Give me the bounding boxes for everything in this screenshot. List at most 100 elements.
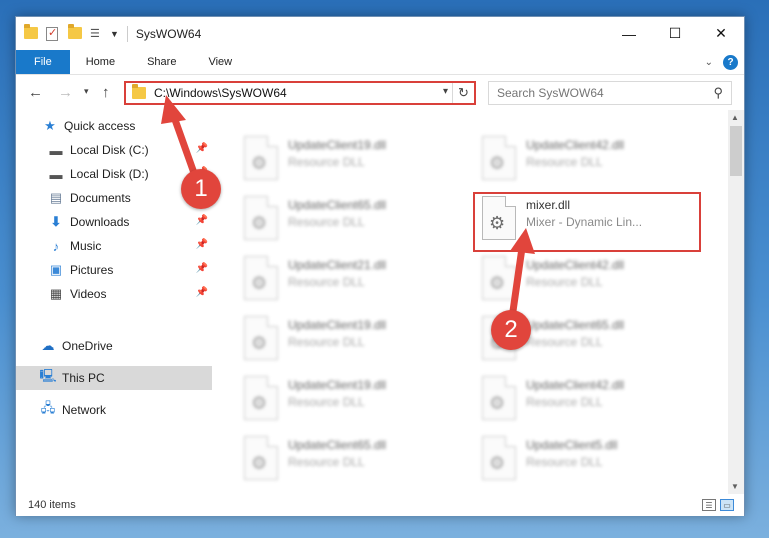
step-1-badge: 1 xyxy=(181,169,221,209)
sidebar-item-label: Pictures xyxy=(70,263,114,277)
dll-file-icon: ⚙ xyxy=(244,316,278,360)
computer-icon: 🖳 xyxy=(39,368,57,383)
file-type: Resource DLL xyxy=(526,335,603,349)
file-item[interactable]: ⚙ UpdateClient42.dll Resource DLL xyxy=(476,132,702,190)
file-type: Resource DLL xyxy=(288,155,365,169)
file-name: UpdateClient65.dll xyxy=(526,318,625,332)
documents-icon: ▤ xyxy=(49,190,63,205)
dll-file-icon: ⚙ xyxy=(482,376,516,420)
file-item[interactable]: ⚙ UpdateClient42.dll Resource DLL xyxy=(476,252,702,310)
help-icon[interactable]: ? xyxy=(723,54,738,70)
sidebar-item-label: This PC xyxy=(62,371,105,385)
sidebar-item-videos[interactable]: ▦ Videos 📌 xyxy=(16,282,212,306)
file-name: UpdateClient19.dll xyxy=(288,138,387,152)
file-type: Resource DLL xyxy=(288,395,365,409)
folder-icon[interactable] xyxy=(24,23,38,41)
mixer-highlight-box xyxy=(473,192,701,252)
tab-home[interactable]: Home xyxy=(70,50,131,74)
sidebar-item-this-pc[interactable]: 🖳 This PC xyxy=(16,366,212,390)
sidebar-item-network[interactable]: 🖧 Network xyxy=(16,398,212,422)
sidebar-item-label: Documents xyxy=(70,191,131,205)
title-bar: ☰ ▼ SysWOW64 — ☐ ✕ xyxy=(16,17,744,50)
file-type: Resource DLL xyxy=(526,395,603,409)
sidebar-item-quick-access[interactable]: ★ Quick access xyxy=(16,114,212,138)
file-item[interactable]: ⚙ UpdateClient42.dll Resource DLL xyxy=(476,372,702,430)
file-name: UpdateClient5.dll xyxy=(526,438,618,452)
large-icons-view-icon[interactable]: ▭ xyxy=(720,499,734,511)
file-type: Resource DLL xyxy=(288,215,365,229)
search-box[interactable]: ⚲ xyxy=(488,81,732,105)
scroll-down-icon[interactable]: ▼ xyxy=(731,482,739,491)
ribbon-tabs: File Home Share View ⌄ ? xyxy=(16,50,744,75)
dll-file-icon: ⚙ xyxy=(244,376,278,420)
item-count: 140 items xyxy=(28,499,76,511)
dll-file-icon: ⚙ xyxy=(482,256,516,300)
forward-arrow-icon[interactable]: → xyxy=(58,84,73,101)
details-view-icon[interactable]: ☰ xyxy=(702,499,716,511)
file-item[interactable]: ⚙ UpdateClient5.dll Resource DLL xyxy=(476,432,702,490)
file-type: Resource DLL xyxy=(288,275,365,289)
sidebar-item-music[interactable]: ♪ Music 📌 xyxy=(16,234,212,258)
sidebar-item-onedrive[interactable]: ☁ OneDrive xyxy=(16,334,212,358)
dll-file-icon: ⚙ xyxy=(482,436,516,480)
new-folder-icon[interactable] xyxy=(68,23,82,41)
pin-icon[interactable]: 📌 xyxy=(196,143,208,154)
refresh-icon[interactable]: ↻ xyxy=(452,83,474,103)
file-list: ⚙ UpdateClient19.dll Resource DLL ⚙ Updat… xyxy=(212,110,732,494)
view-options-icon[interactable]: ☰ xyxy=(90,27,104,41)
expand-ribbon-icon[interactable]: ⌄ xyxy=(705,57,713,68)
close-button[interactable]: ✕ xyxy=(698,17,744,50)
recent-locations-icon[interactable]: ▾ xyxy=(84,86,89,97)
properties-icon[interactable] xyxy=(46,26,60,41)
navigation-pane: ★ Quick access ▬ Local Disk (C:) 📌 ▬ Loc… xyxy=(16,110,212,494)
scroll-up-icon[interactable]: ▲ xyxy=(731,113,739,122)
sidebar-item-label: Local Disk (C:) xyxy=(70,143,149,157)
file-item[interactable]: ⚙ UpdateClient65.dll Resource DLL xyxy=(238,432,464,490)
back-arrow-icon[interactable]: ← xyxy=(28,84,43,101)
network-icon: 🖧 xyxy=(40,400,56,415)
maximize-button[interactable]: ☐ xyxy=(652,17,698,50)
pin-icon[interactable]: 📌 xyxy=(196,287,208,298)
search-icon[interactable]: ⚲ xyxy=(713,85,723,101)
address-path[interactable]: C:\Windows\SysWOW64 xyxy=(154,86,287,100)
sidebar-item-label: Music xyxy=(70,239,102,253)
quick-access-dropdown-icon[interactable]: ▼ xyxy=(110,29,119,39)
scrollbar-thumb[interactable] xyxy=(730,126,742,176)
address-row: ← → ▾ ↑ C:\Windows\SysWOW64 ▾ ↻ ⚲ xyxy=(16,76,744,110)
sidebar-item-label: Quick access xyxy=(64,119,136,133)
file-name: UpdateClient19.dll xyxy=(288,318,387,332)
address-dropdown-icon[interactable]: ▾ xyxy=(443,86,448,97)
dll-file-icon: ⚙ xyxy=(244,436,278,480)
file-type: Resource DLL xyxy=(288,455,365,469)
minimize-button[interactable]: — xyxy=(606,17,652,50)
sidebar-item-label: Network xyxy=(62,403,107,417)
tab-share[interactable]: Share xyxy=(131,50,192,74)
file-type: Resource DLL xyxy=(526,455,603,469)
tab-file[interactable]: File xyxy=(16,50,70,74)
file-item[interactable]: ⚙ UpdateClient21.dll Resource DLL xyxy=(238,252,464,310)
address-bar[interactable]: C:\Windows\SysWOW64 ▾ ↻ xyxy=(124,81,476,105)
search-input[interactable] xyxy=(497,86,707,100)
pin-icon[interactable]: 📌 xyxy=(196,215,208,226)
download-icon: ⬇ xyxy=(50,214,62,229)
pin-icon[interactable]: 📌 xyxy=(196,239,208,250)
file-item[interactable]: ⚙ UpdateClient19.dll Resource DLL xyxy=(238,372,464,430)
sidebar-item-pictures[interactable]: ▣ Pictures 📌 xyxy=(16,258,212,282)
vertical-scrollbar[interactable]: ▲ ▼ xyxy=(728,110,744,494)
sidebar-item-downloads[interactable]: ⬇ Downloads 📌 xyxy=(16,210,212,234)
file-item[interactable]: ⚙ UpdateClient65.dll Resource DLL xyxy=(238,192,464,250)
file-name: UpdateClient21.dll xyxy=(288,258,387,272)
file-item[interactable]: ⚙ UpdateClient19.dll Resource DLL xyxy=(238,132,464,190)
step-2-badge: 2 xyxy=(491,310,531,350)
file-name: UpdateClient65.dll xyxy=(288,438,387,452)
sidebar-item-local-disk-c[interactable]: ▬ Local Disk (C:) 📌 xyxy=(16,138,212,162)
cloud-icon: ☁ xyxy=(41,338,55,353)
pin-icon[interactable]: 📌 xyxy=(196,263,208,274)
file-item[interactable]: ⚙ UpdateClient19.dll Resource DLL xyxy=(238,312,464,370)
drive-icon: ▬ xyxy=(49,142,63,158)
file-type: Resource DLL xyxy=(526,155,603,169)
file-name: UpdateClient42.dll xyxy=(526,138,625,152)
up-arrow-icon[interactable]: ↑ xyxy=(102,84,110,101)
tab-view[interactable]: View xyxy=(192,50,248,74)
sidebar-item-label: Local Disk (D:) xyxy=(70,167,149,181)
